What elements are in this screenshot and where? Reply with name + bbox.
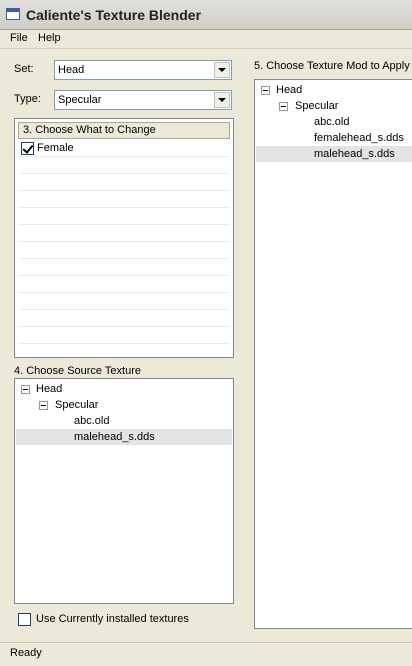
empty-row	[18, 208, 230, 225]
type-label: Type:	[14, 93, 41, 105]
window-title: Caliente's Texture Blender	[26, 7, 202, 23]
empty-row	[18, 327, 230, 344]
texture-mod-label: 5. Choose Texture Mod to Apply	[254, 60, 410, 72]
change-list-header: 3. Choose What to Change	[18, 122, 230, 139]
empty-row	[18, 191, 230, 208]
chevron-down-icon[interactable]	[214, 92, 230, 108]
menu-file[interactable]: File	[8, 32, 30, 44]
empty-row	[18, 174, 230, 191]
source-texture-label: 4. Choose Source Texture	[14, 365, 141, 377]
set-dropdown-value: Head	[58, 64, 85, 76]
change-item-label: Female	[37, 142, 74, 154]
status-bar: Ready	[0, 642, 412, 666]
tree-leaf-label: malehead_s.dds	[74, 431, 155, 443]
set-label: Set:	[14, 63, 34, 75]
tree-node-specular[interactable]: Specular	[295, 100, 338, 112]
empty-row	[18, 259, 230, 276]
tree-node-specular[interactable]: Specular	[55, 399, 98, 411]
menu-help[interactable]: Help	[36, 32, 63, 44]
collapse-icon[interactable]	[39, 401, 48, 410]
collapse-icon[interactable]	[279, 102, 288, 111]
tree-leaf-label: malehead_s.dds	[314, 148, 395, 160]
type-dropdown-value: Specular	[58, 94, 102, 106]
chevron-down-icon[interactable]	[214, 62, 230, 78]
female-checkbox[interactable]	[21, 142, 34, 155]
texture-mod-tree[interactable]: Head Specular abc.old femalehead_s.dds m…	[254, 79, 412, 629]
tree-node-head[interactable]: Head	[276, 84, 302, 96]
app-window-icon	[6, 8, 20, 20]
checkmark-icon	[22, 142, 34, 154]
set-dropdown[interactable]: Head	[54, 60, 232, 80]
empty-row	[18, 276, 230, 293]
source-texture-tree[interactable]: Head Specular abc.old malehead_s.dds	[14, 378, 234, 604]
empty-row	[18, 225, 230, 242]
tree-leaf[interactable]: femalehead_s.dds	[314, 132, 404, 144]
menu-bar: File Help	[0, 30, 412, 49]
tree-node-head[interactable]: Head	[36, 383, 62, 395]
empty-row	[18, 293, 230, 310]
collapse-icon[interactable]	[21, 385, 30, 394]
empty-row	[18, 242, 230, 259]
tree-leaf-selected[interactable]: malehead_s.dds	[256, 146, 412, 162]
tree-leaf[interactable]: abc.old	[74, 415, 109, 427]
collapse-icon[interactable]	[261, 86, 270, 95]
empty-row	[18, 310, 230, 327]
type-dropdown[interactable]: Specular	[54, 90, 232, 110]
tree-leaf-selected[interactable]: malehead_s.dds	[16, 429, 232, 445]
use-installed-label: Use Currently installed textures	[36, 613, 189, 625]
tree-leaf[interactable]: abc.old	[314, 116, 349, 128]
change-list-item[interactable]: Female	[18, 140, 230, 157]
empty-row	[18, 157, 230, 174]
use-installed-checkbox[interactable]	[18, 613, 31, 626]
status-text: Ready	[10, 647, 42, 659]
change-list[interactable]: 3. Choose What to Change Female	[14, 118, 234, 358]
title-bar[interactable]: Caliente's Texture Blender	[0, 0, 412, 30]
